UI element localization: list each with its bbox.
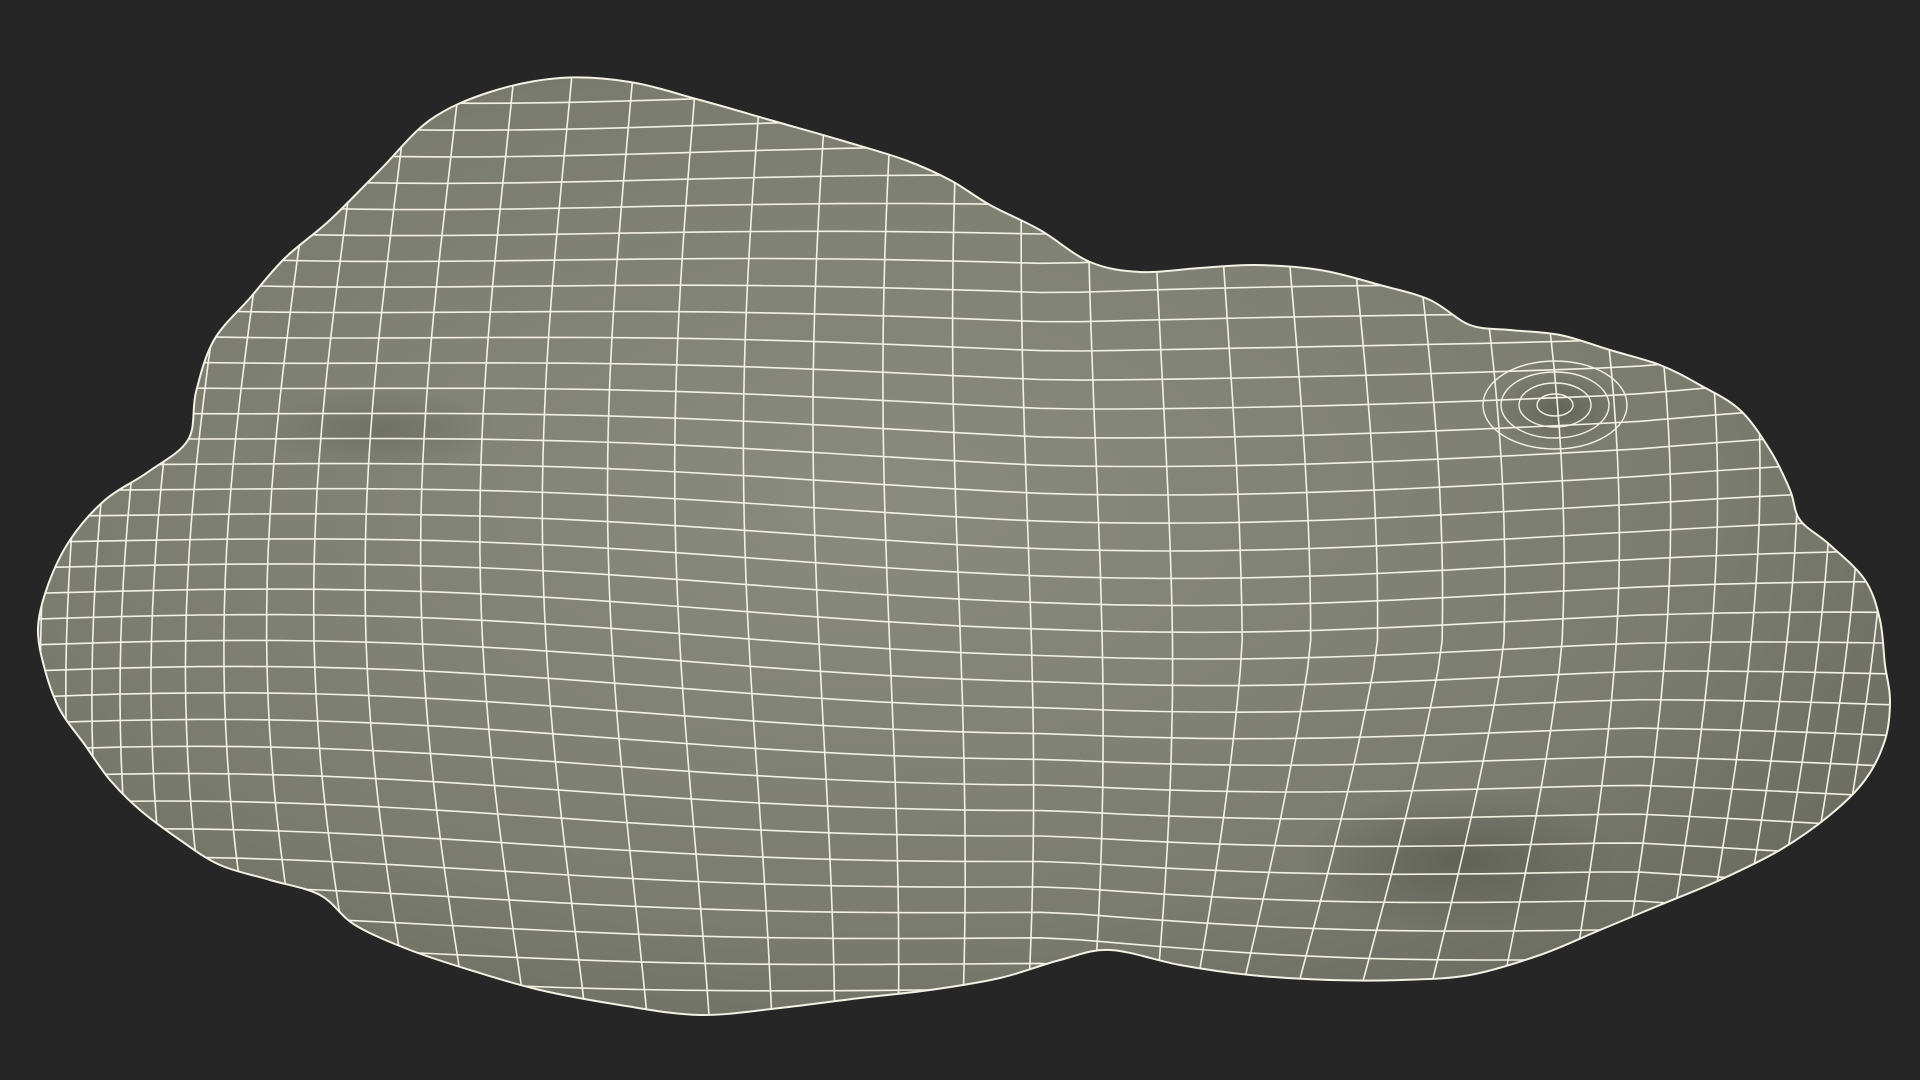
mesh-edge-loop <box>37 116 1891 158</box>
mesh-edge-loop <box>37 1000 1891 1016</box>
wireframe-model <box>0 40 1892 1030</box>
mesh-edge-ring <box>1815 77 1890 1016</box>
surface-dent-shadow <box>1300 790 1620 930</box>
mesh-edge-ring <box>37 77 62 1016</box>
viewport-3d <box>0 0 1920 1080</box>
mesh-edge-loop <box>37 77 1891 105</box>
surface-crease-shadow <box>260 390 500 470</box>
mesh-edge-ring <box>1873 77 1891 1016</box>
mesh-edge-ring <box>1843 77 1891 1016</box>
mesh-edge-loop <box>37 144 1891 185</box>
mesh-edge-loop <box>37 88 1891 131</box>
mesh-edge-ring <box>0 40 28 1030</box>
